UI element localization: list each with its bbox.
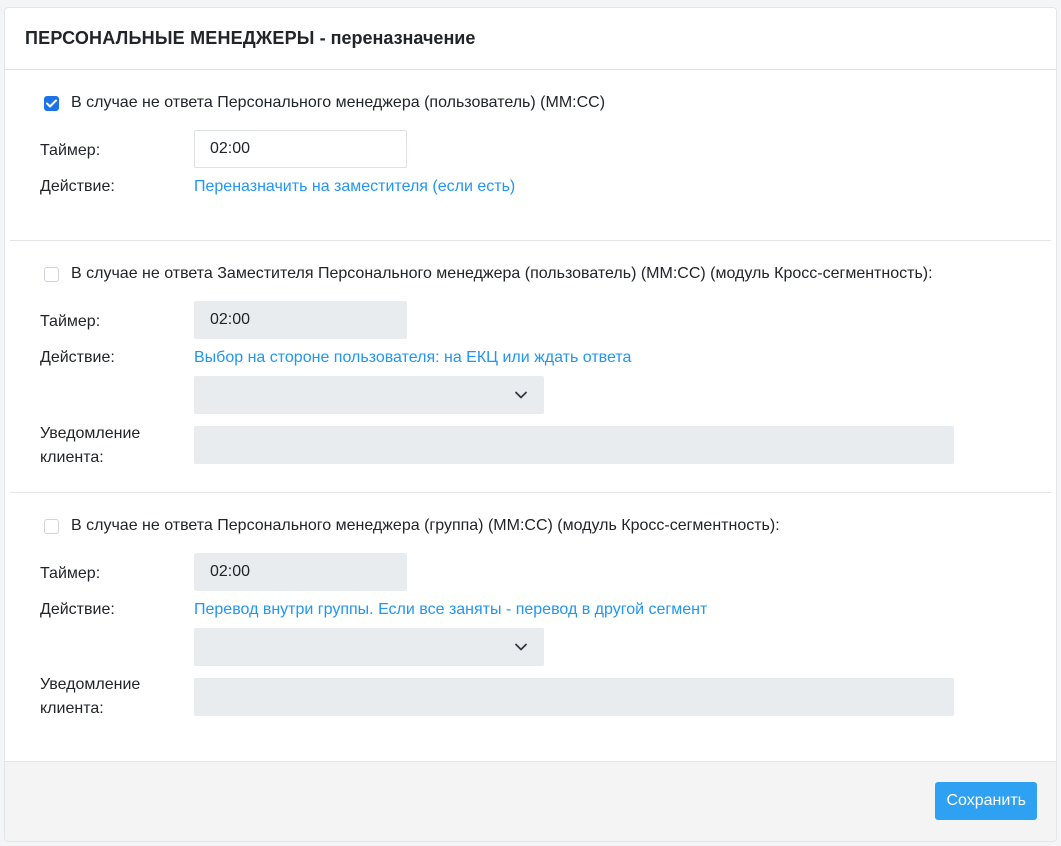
chevron-down-icon	[515, 391, 527, 399]
section-3-notify-field[interactable]	[194, 678, 954, 716]
section-2-action-label: Действие:	[40, 349, 115, 366]
section-2-notify-label-line1: Уведомление	[40, 425, 141, 442]
save-button[interactable]: Сохранить	[935, 782, 1037, 820]
section-2-checkbox[interactable]	[44, 266, 59, 282]
section-1-checkbox-row[interactable]: В случае не ответа Персонального менедже…	[44, 94, 605, 112]
section-1-timer-input[interactable]: 02:00	[194, 130, 407, 168]
section-3-timer-input[interactable]: 02:00	[194, 553, 407, 591]
section-3-timer-label: Таймер:	[40, 565, 101, 582]
section-3-checkbox-label: В случае не ответа Персонального менедже…	[71, 517, 780, 534]
section-2-notify-label-line2: клиента:	[40, 449, 104, 466]
section-2-action-select[interactable]	[194, 376, 544, 414]
section-3-notify-label-line2: клиента:	[40, 700, 104, 717]
section-1-timer-value: 02:00	[210, 140, 251, 157]
section-3-checkbox[interactable]	[44, 518, 59, 534]
section-2-notify-field[interactable]	[194, 426, 954, 464]
check-icon	[46, 99, 57, 107]
page-title: ПЕРСОНАЛЬНЫЕ МЕНЕДЖЕРЫ - переназначение	[25, 28, 475, 49]
section-2-checkbox-row[interactable]: В случае не ответа Заместителя Персональ…	[44, 265, 933, 283]
section-3-notify-label: Уведомление клиента:	[40, 673, 140, 721]
section-divider-2	[10, 492, 1051, 493]
section-2-timer-value: 02:00	[210, 311, 251, 328]
section-2-timer-input[interactable]: 02:00	[194, 301, 407, 339]
section-2-notify-label: Уведомление клиента:	[40, 422, 140, 470]
section-3-checkbox-row[interactable]: В случае не ответа Персонального менедже…	[44, 517, 780, 535]
section-3-action-select[interactable]	[194, 628, 544, 666]
card-footer: Сохранить	[5, 761, 1056, 841]
section-1-timer-label: Таймер:	[40, 142, 101, 159]
page-title-caps: ПЕРСОНАЛЬНЫЕ МЕНЕДЖЕРЫ	[25, 28, 315, 48]
reassignment-card: ПЕРСОНАЛЬНЫЕ МЕНЕДЖЕРЫ - переназначение …	[4, 7, 1057, 842]
card-header: ПЕРСОНАЛЬНЫЕ МЕНЕДЖЕРЫ - переназначение	[5, 8, 1056, 70]
section-1-checkbox-label: В случае не ответа Персонального менедже…	[71, 94, 606, 111]
section-2-timer-label: Таймер:	[40, 313, 101, 330]
page-title-rest: - переназначение	[314, 28, 476, 48]
section-1-action-link[interactable]: Переназначить на заместителя (если есть)	[194, 175, 515, 199]
section-2-checkbox-label: В случае не ответа Заместителя Персональ…	[71, 265, 933, 282]
section-divider-1	[10, 240, 1051, 241]
section-3-action-link[interactable]: Перевод внутри группы. Если все заняты -…	[194, 598, 707, 622]
section-1-checkbox[interactable]	[44, 95, 59, 111]
chevron-down-icon	[515, 643, 527, 651]
section-1-action-label: Действие:	[40, 178, 115, 195]
section-2-action-link[interactable]: Выбор на стороне пользователя: на ЕКЦ ил…	[194, 346, 631, 370]
section-3-action-label: Действие:	[40, 601, 115, 618]
section-3-timer-value: 02:00	[210, 563, 251, 580]
section-3-notify-label-line1: Уведомление	[40, 676, 141, 693]
